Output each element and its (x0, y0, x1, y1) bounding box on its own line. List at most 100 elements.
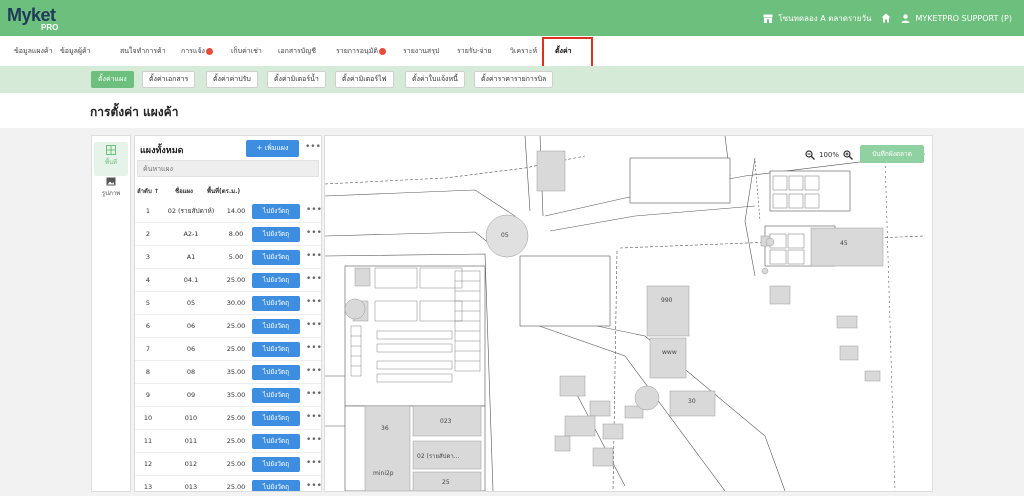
row-more-icon[interactable]: ••• (306, 246, 321, 267)
go-to-object-button[interactable]: ไปยังวัตถุ (252, 296, 300, 311)
sub-electric-meter-settings[interactable]: ตั้งค่ามิเตอร์ไฟ (335, 71, 394, 88)
menu-rent-collection[interactable]: เก็บค่าเช่า (231, 36, 262, 66)
more-options-icon[interactable]: ••• (305, 142, 321, 152)
row-more-icon[interactable]: ••• (306, 453, 321, 474)
table-row[interactable]: 5 05 30.00 ไปยังวัตถุ ••• (135, 292, 321, 315)
row-more-icon[interactable]: ••• (306, 361, 321, 382)
go-to-object-button[interactable]: ไปยังวัตถุ (252, 411, 300, 426)
go-to-object-button[interactable]: ไปยังวัตถุ (252, 273, 300, 288)
settings-submenu: ตั้งค่าแผง ตั้งค่าเอกสาร ตั้งค่าค่าปรับ … (0, 66, 1024, 93)
go-to-object-button[interactable]: ไปยังวัตถุ (252, 388, 300, 403)
go-to-object-button[interactable]: ไปยังวัตถุ (252, 204, 300, 219)
stall-25-label: 25 (442, 479, 450, 486)
row-name: 04.1 (183, 276, 199, 284)
row-name: 05 (186, 299, 196, 307)
row-order: 11 (143, 437, 153, 445)
row-more-icon[interactable]: ••• (306, 292, 321, 313)
row-more-icon[interactable]: ••• (306, 223, 321, 244)
row-order: 10 (143, 414, 153, 422)
market-map[interactable]: 05 990 www 30 45 36 023 02 (รายสัปดา... … (324, 135, 933, 492)
grid-icon (106, 145, 116, 155)
save-plan-button[interactable]: บันทึกผังตลาด (860, 145, 924, 163)
sub-bill-price-settings[interactable]: ตั้งค่าราคารายการบิล (474, 71, 554, 88)
table-row[interactable]: 7 06 25.00 ไปยังวัตถุ ••• (135, 338, 321, 361)
rail-image[interactable]: รูปภาพ (94, 174, 128, 208)
sub-fine-settings[interactable]: ตั้งค่าค่าปรับ (206, 71, 258, 88)
row-area: 25.00 (226, 322, 246, 330)
zoom-out-icon[interactable] (805, 150, 815, 160)
row-more-icon[interactable]: ••• (306, 315, 321, 336)
go-to-object-button[interactable]: ไปยังวัตถุ (252, 434, 300, 449)
menu-income-expense[interactable]: รายรับ-จ่าย (457, 36, 492, 66)
menu-analytics[interactable]: วิเคราะห์ (510, 36, 537, 66)
row-more-icon[interactable]: ••• (306, 407, 321, 428)
table-row[interactable]: 13 013 25.00 ไปยังวัตถุ ••• (135, 476, 321, 491)
table-row[interactable]: 9 09 35.00 ไปยังวัตถุ ••• (135, 384, 321, 407)
rail-area-label: พื้นที่ (104, 159, 117, 166)
menu-notifications[interactable]: การแจ้ง (181, 36, 213, 66)
column-order[interactable]: ลำดับ ↑ (137, 186, 159, 196)
row-more-icon[interactable]: ••• (306, 338, 321, 359)
stalls-panel: แผงทั้งหมด + เพิ่มแผง ••• ลำดับ ↑ ชื่อแผ… (134, 135, 322, 492)
go-to-object-button[interactable]: ไปยังวัตถุ (252, 457, 300, 472)
menu-accounting-docs[interactable]: เอกสารบัญชี (278, 36, 316, 66)
zoom-in-icon[interactable] (843, 150, 854, 160)
table-row[interactable]: 3 A1 5.00 ไปยังวัตถุ ••• (135, 246, 321, 269)
table-row[interactable]: 8 08 35.00 ไปยังวัตถุ ••• (135, 361, 321, 384)
row-name: 013 (184, 483, 198, 491)
home-button[interactable] (881, 13, 891, 23)
go-to-object-button[interactable]: ไปยังวัตถุ (252, 480, 300, 491)
rail-area[interactable]: พื้นที่ (94, 142, 128, 176)
row-order: 8 (145, 368, 151, 376)
stall-36-label: 36 (381, 425, 389, 432)
main-menu: ข้อมูลแผงค้า ข้อมูลผู้ค้า สนใจทำการค้า ก… (0, 36, 1024, 66)
go-to-object-button[interactable]: ไปยังวัตถุ (252, 342, 300, 357)
app-logo[interactable]: Myket PRO (7, 5, 67, 33)
row-order: 7 (145, 345, 151, 353)
row-area: 25.00 (226, 345, 246, 353)
table-row[interactable]: 6 06 25.00 ไปยังวัตถุ ••• (135, 315, 321, 338)
row-more-icon[interactable]: ••• (306, 200, 321, 221)
table-row[interactable]: 12 012 25.00 ไปยังวัตถุ ••• (135, 453, 321, 476)
row-more-icon[interactable]: ••• (306, 384, 321, 405)
row-more-icon[interactable]: ••• (306, 476, 321, 491)
row-area: 25.00 (226, 276, 246, 284)
row-more-icon[interactable]: ••• (306, 269, 321, 290)
table-row[interactable]: 11 011 25.00 ไปยังวัตถุ ••• (135, 430, 321, 453)
menu-interested[interactable]: สนใจทำการค้า (120, 36, 166, 66)
table-row[interactable]: 10 010 25.00 ไปยังวัตถุ ••• (135, 407, 321, 430)
sub-water-meter-settings[interactable]: ตั้งค่ามิเตอร์น้ำ (267, 71, 326, 88)
table-row[interactable]: 1 02 (รายสัปดาห์) 14.00 ไปยังวัตถุ ••• (135, 200, 321, 223)
row-area: 8.00 (228, 230, 244, 238)
menu-approvals[interactable]: รายการอนุมัติ (336, 36, 386, 66)
stall-02-label: 02 (รายสัปดา... (417, 453, 460, 460)
go-to-object-button[interactable]: ไปยังวัตถุ (252, 227, 300, 242)
image-icon (106, 177, 116, 186)
sub-document-settings[interactable]: ตั้งค่าเอกสาร (142, 71, 196, 88)
row-name: A2-1 (183, 230, 199, 238)
sub-invoice-settings[interactable]: ตั้งค่าใบแจ้งหนี้ (405, 71, 465, 88)
row-name: 010 (184, 414, 198, 422)
row-more-icon[interactable]: ••• (306, 430, 321, 451)
stall-www-label: www (662, 349, 677, 356)
sub-stall-settings[interactable]: ตั้งค่าแผง (91, 71, 134, 88)
floor-plan (325, 136, 926, 491)
stall-mini2p-label: mini2p (373, 470, 394, 477)
table-row[interactable]: 2 A2-1 8.00 ไปยังวัตถุ ••• (135, 223, 321, 246)
menu-summary-report[interactable]: รายงานสรุป (403, 36, 439, 66)
tool-rail: พื้นที่ รูปภาพ (91, 135, 131, 492)
user-menu[interactable]: MYKETPRO SUPPORT (P) (901, 14, 1012, 23)
menu-stalls[interactable]: ข้อมูลแผงค้า (14, 36, 53, 66)
go-to-object-button[interactable]: ไปยังวัตถุ (252, 250, 300, 265)
market-selector[interactable]: โซนทดลอง A ตลาดรายวัน (763, 12, 871, 25)
table-row[interactable]: 4 04.1 25.00 ไปยังวัตถุ ••• (135, 269, 321, 292)
go-to-object-button[interactable]: ไปยังวัตถุ (252, 319, 300, 334)
go-to-object-button[interactable]: ไปยังวัตถุ (252, 365, 300, 380)
row-order: 4 (145, 276, 151, 284)
menu-vendors[interactable]: ข้อมูลผู้ค้า (60, 36, 91, 66)
row-name: A1 (186, 253, 196, 261)
stall-023-label: 023 (440, 418, 452, 425)
row-name: 08 (186, 368, 196, 376)
stall-search-input[interactable] (137, 160, 319, 177)
add-stall-button[interactable]: + เพิ่มแผง (246, 140, 299, 157)
